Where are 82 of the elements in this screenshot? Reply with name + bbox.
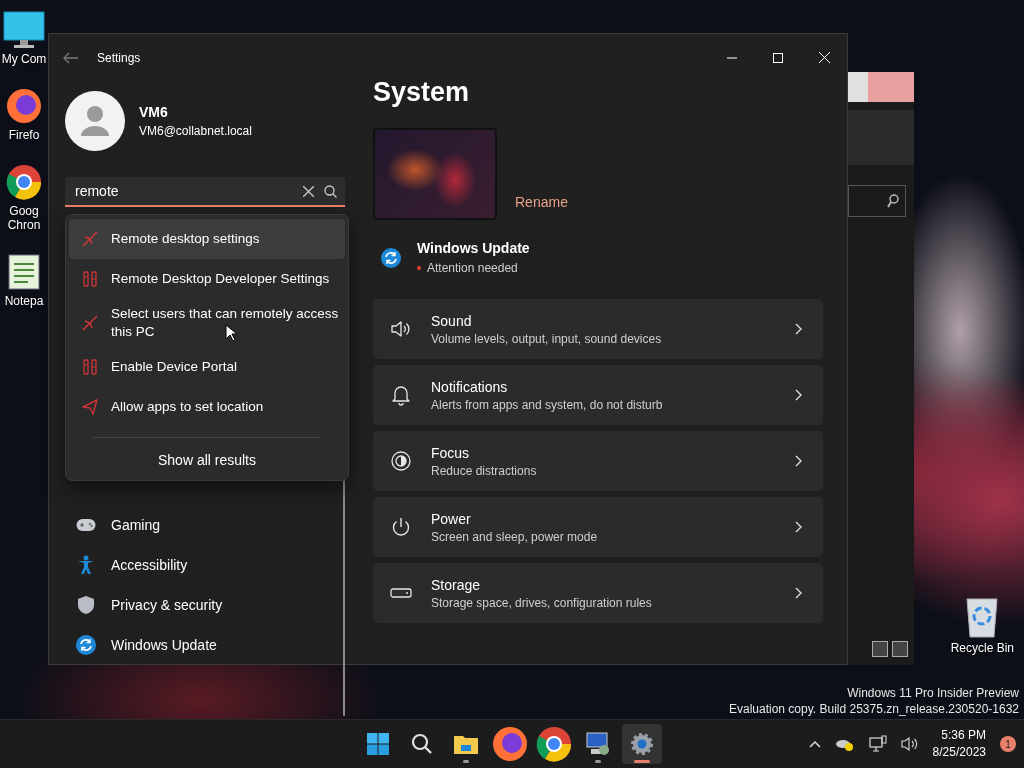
monitor-icon: [2, 10, 46, 50]
sync-icon: [76, 635, 96, 655]
notification-badge[interactable]: 1: [1000, 736, 1016, 752]
rename-link[interactable]: Rename: [515, 194, 568, 220]
firefox-icon: [4, 86, 44, 126]
watermark-text: Evaluation copy. Build 25375.zn_release.230520-1632: [729, 701, 1019, 717]
window-title: Settings: [97, 50, 141, 65]
settings-card[interactable]: Power Screen and sleep, power mode: [373, 497, 823, 557]
clock[interactable]: 5:36 PM 8/25/2023: [932, 727, 986, 761]
desktop-icon-label[interactable]: Firefo: [0, 128, 48, 142]
search-field[interactable]: remote: [65, 177, 345, 207]
chevron-up-icon[interactable]: [808, 740, 821, 748]
tools-icon: [81, 358, 99, 376]
remote-icon: [81, 314, 99, 332]
desktop-icon-label[interactable]: Notepa: [0, 294, 48, 308]
tools-icon: [81, 270, 99, 288]
search-field[interactable]: [848, 185, 906, 217]
search-icon: [887, 194, 899, 208]
gear-icon: [630, 732, 654, 756]
chrome-icon: [534, 724, 574, 764]
settings-card[interactable]: Storage Storage space, drives, configuration rules: [373, 563, 823, 623]
search-suggestion[interactable]: Remote desktop settings: [69, 219, 345, 259]
settings-card[interactable]: Notifications Alerts from apps and system, do not disturb: [373, 365, 823, 425]
chevron-right-icon: [795, 587, 803, 599]
close-icon: [303, 185, 314, 197]
chevron-right-icon: [795, 389, 803, 401]
desktop-icon-label[interactable]: Goog Chron: [0, 204, 48, 232]
taskbar-app-button[interactable]: [490, 724, 530, 764]
chevron-right-icon: [795, 455, 803, 467]
maximize-icon: [773, 52, 783, 63]
sidebar-item[interactable]: Accessibility: [65, 545, 335, 585]
gamepad-icon: [76, 518, 96, 532]
sync-icon: [381, 247, 401, 268]
update-status: Attention needed: [427, 261, 518, 275]
taskbar-app-button[interactable]: [534, 724, 574, 764]
clear-button[interactable]: [303, 185, 314, 197]
focus-icon: [390, 450, 412, 472]
close-icon: [818, 52, 830, 63]
desktop-icon-label[interactable]: My Com: [0, 52, 48, 66]
show-all-results-button[interactable]: Show all results: [157, 442, 256, 480]
alert-dot: [417, 266, 421, 270]
preview-view-button[interactable]: [892, 641, 908, 657]
speaker-icon[interactable]: [900, 736, 919, 752]
search-suggestion[interactable]: Select users that can remotely access this PC: [69, 299, 345, 347]
windows-logo-icon: [366, 732, 390, 756]
mouse-cursor-icon: [225, 324, 237, 342]
power-icon: [391, 516, 411, 538]
sidebar-item[interactable]: Gaming: [65, 505, 335, 545]
notepad-icon: [6, 252, 42, 292]
sidebar-item[interactable]: Privacy & security: [65, 585, 335, 625]
shield-icon: [77, 595, 95, 615]
user-email: VM6@collabnet.local: [139, 124, 252, 138]
firefox-icon: [490, 724, 530, 764]
avatar: [65, 91, 125, 151]
remote-desktop-icon: [585, 731, 611, 757]
search-icon: [411, 733, 433, 755]
chevron-right-icon: [795, 323, 803, 335]
search-input[interactable]: remote: [75, 183, 293, 199]
search-suggestion[interactable]: Remote Desktop Developer Settings: [69, 259, 345, 299]
bell-icon: [391, 384, 411, 406]
watermark-text: Windows 11 Pro Insider Preview: [846, 685, 1019, 701]
chrome-icon: [4, 162, 44, 202]
search-icon: [324, 184, 337, 198]
speaker-icon: [390, 319, 412, 339]
sidebar-item[interactable]: Windows Update: [65, 625, 335, 665]
search-suggestion[interactable]: Enable Device Portal: [69, 347, 345, 387]
page-title: System: [373, 77, 471, 108]
settings-card[interactable]: Sound Volume levels, output, input, sound devices: [373, 299, 823, 359]
chevron-right-icon: [795, 521, 803, 533]
details-view-button[interactable]: [872, 641, 888, 657]
update-title: Windows Update: [417, 240, 530, 256]
settings-card[interactable]: Focus Reduce distractions: [373, 431, 823, 491]
drive-icon: [390, 588, 412, 598]
desktop-icon-label[interactable]: Recycle Bin: [950, 641, 1014, 655]
network-icon[interactable]: [868, 735, 887, 753]
user-name: VM6: [139, 104, 169, 120]
location-arrow-icon: [81, 398, 99, 416]
recycle-bin-icon: [964, 596, 1001, 638]
back-arrow-icon[interactable]: [63, 51, 79, 64]
folder-icon: [453, 733, 479, 755]
remote-icon: [81, 230, 99, 248]
search-suggestion[interactable]: Allow apps to set location: [69, 387, 345, 427]
